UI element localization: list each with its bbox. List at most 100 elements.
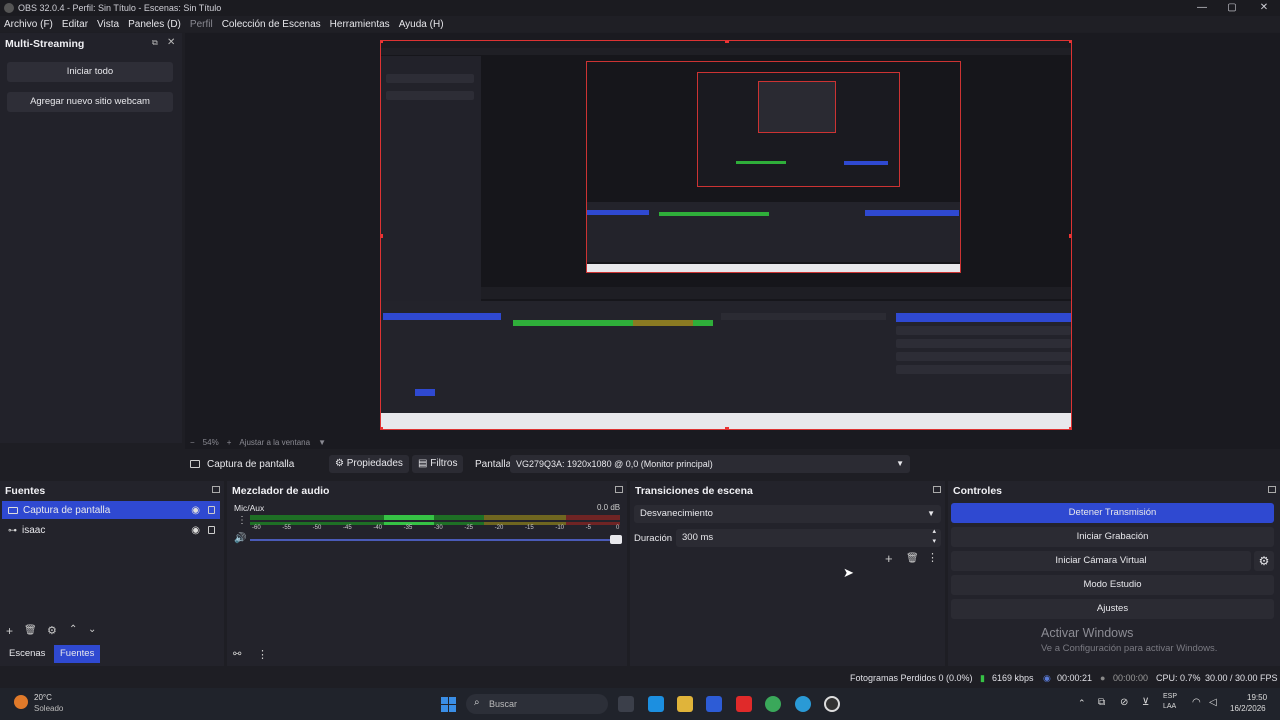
resize-handle[interactable] — [725, 41, 729, 43]
network-tray-icon[interactable]: ⧉ — [1098, 697, 1105, 708]
weather-sun-icon[interactable] — [14, 695, 28, 709]
kebab-menu-icon[interactable]: ⋮ — [927, 551, 938, 564]
kebab-menu-icon[interactable]: ⋮ — [257, 648, 268, 661]
clock-time[interactable]: 19:50 — [1247, 693, 1267, 702]
youtube-icon[interactable] — [736, 696, 752, 712]
trash-icon[interactable]: 🗑 — [906, 553, 919, 564]
windows-start-icon[interactable] — [441, 697, 456, 712]
start-virtual-cam-button[interactable]: Iniciar Cámara Virtual — [951, 551, 1251, 571]
stream-time: 00:00:21 — [1057, 673, 1093, 683]
meter-tick-label: -60 — [252, 525, 261, 531]
resize-handle[interactable] — [381, 41, 383, 43]
float-icon[interactable] — [933, 486, 941, 493]
language-code-2[interactable]: LAA — [1163, 703, 1176, 710]
lock-icon[interactable] — [208, 506, 215, 514]
menu-editar[interactable]: Editar — [62, 19, 88, 30]
close-dock-icon[interactable]: ✕ — [167, 37, 175, 48]
resize-handle[interactable] — [381, 427, 383, 429]
properties-button[interactable]: ⚙ Propiedades — [329, 455, 409, 473]
volume-icon[interactable]: ◁ — [1209, 697, 1217, 708]
start-recording-button[interactable]: Iniciar Grabación — [951, 527, 1274, 547]
menu-perfil[interactable]: Perfil — [190, 19, 213, 30]
display-select[interactable]: VG279Q3A: 1920x1080 @ 0,0 (Monitor princ… — [510, 455, 910, 473]
chrome-icon[interactable] — [765, 696, 781, 712]
resize-handle[interactable] — [1069, 427, 1071, 429]
resize-handle[interactable] — [1069, 234, 1071, 238]
task-view-icon[interactable] — [618, 696, 634, 712]
preview-canvas[interactable] — [380, 40, 1072, 430]
bitrate: 6169 kbps — [992, 673, 1034, 683]
store-icon[interactable] — [706, 696, 722, 712]
link-icon[interactable]: ⚯ — [233, 649, 241, 660]
start-tile — [441, 697, 448, 704]
telegram-icon[interactable] — [795, 696, 811, 712]
tray-icon[interactable]: ⊘ — [1120, 697, 1128, 708]
lock-icon[interactable] — [208, 526, 215, 534]
float-icon[interactable] — [615, 486, 623, 493]
audio-mixer-panel: Mezclador de audio — [227, 481, 627, 666]
minimize-icon[interactable]: — — [1186, 0, 1218, 16]
add-icon[interactable]: + — [885, 551, 893, 566]
source-item-captura[interactable]: Captura de pantalla ◉ — [2, 501, 220, 519]
fit-to-window-label[interactable]: Ajustar a la ventana — [239, 438, 310, 447]
menu-coleccion-escenas[interactable]: Colección de Escenas — [222, 19, 321, 30]
float-icon[interactable] — [212, 486, 220, 493]
studio-mode-button[interactable]: Modo Estudio — [951, 575, 1274, 595]
window-title: OBS 32.0.4 - Perfil: Sin Título - Escena… — [18, 3, 222, 13]
float-icon[interactable]: ⧉ — [152, 38, 158, 48]
virtual-cam-gear-icon[interactable]: ⚙ — [1254, 551, 1274, 571]
start-tile — [449, 705, 456, 712]
float-icon[interactable] — [1268, 486, 1276, 493]
close-icon[interactable]: ✕ — [1248, 0, 1280, 16]
eye-icon[interactable]: ◉ — [191, 505, 200, 516]
speaker-icon[interactable]: 🔊 — [234, 533, 246, 544]
record-time: 00:00:00 — [1113, 673, 1149, 683]
weather-temp[interactable]: 20°C — [34, 693, 52, 702]
obs-taskbar-icon[interactable] — [824, 696, 840, 712]
source-item-isaac[interactable]: ⊶ isaac ◉ — [2, 521, 220, 539]
settings-button[interactable]: Ajustes — [951, 599, 1274, 619]
clock-date[interactable]: 16/2/2026 — [1230, 704, 1266, 713]
resize-handle[interactable] — [725, 427, 729, 429]
trash-icon[interactable]: 🗑 — [24, 625, 37, 636]
gear-icon: ⚙ — [335, 458, 344, 469]
resize-handle[interactable] — [1069, 41, 1071, 43]
zoom-in-icon[interactable]: + — [227, 438, 232, 447]
volume-slider-handle[interactable] — [610, 535, 622, 544]
resize-handle[interactable] — [381, 234, 383, 238]
taskbar-search[interactable]: ⌕ Buscar — [466, 694, 608, 714]
chevron-up-icon[interactable]: ⌃ — [1078, 698, 1086, 709]
menu-paneles[interactable]: Paneles (D) — [128, 19, 181, 30]
kebab-menu-icon[interactable]: ⋮ — [237, 515, 247, 526]
language-code-1[interactable]: ESP — [1163, 693, 1177, 700]
menu-ayuda[interactable]: Ayuda (H) — [399, 19, 444, 30]
arrow-up-icon[interactable]: ⌃ — [69, 624, 77, 635]
gear-icon[interactable]: ⚙ — [47, 624, 57, 637]
zoom-out-icon[interactable]: − — [190, 438, 195, 447]
nested-transition-select — [721, 313, 886, 320]
start-all-button[interactable]: Iniciar todo — [7, 62, 173, 82]
menu-bar: Archivo (F) Editar Vista Paneles (D) Per… — [0, 16, 1280, 32]
tab-fuentes[interactable]: Fuentes — [54, 645, 101, 663]
mic-tray-icon[interactable]: ⊻ — [1142, 697, 1149, 708]
menu-herramientas[interactable]: Herramientas — [330, 19, 390, 30]
filters-button[interactable]: ▤ Filtros — [412, 455, 464, 473]
stop-stream-button[interactable]: Detener Transmisión — [951, 503, 1274, 523]
transition-select[interactable]: Desvanecimiento ▼ — [634, 505, 941, 523]
menu-vista[interactable]: Vista — [97, 19, 119, 30]
wifi-icon[interactable]: ◠ — [1192, 697, 1201, 708]
volume-slider-track[interactable] — [250, 539, 620, 541]
duration-field[interactable]: 300 ms ▴ ▾ — [676, 527, 941, 547]
arrow-down-icon[interactable]: ⌄ — [88, 624, 96, 635]
tab-escenas[interactable]: Escenas — [3, 645, 51, 663]
display-label: Pantalla — [475, 459, 512, 470]
add-webcam-site-button[interactable]: Agregar nuevo sitio webcam — [7, 92, 173, 112]
copilot-icon[interactable] — [648, 696, 664, 712]
file-explorer-icon[interactable] — [677, 696, 693, 712]
add-icon[interactable]: + — [6, 624, 13, 638]
maximize-icon[interactable]: ▢ — [1216, 0, 1248, 16]
eye-icon[interactable]: ◉ — [191, 525, 200, 536]
menu-archivo[interactable]: Archivo (F) — [4, 19, 53, 30]
chevron-down-icon[interactable]: ▼ — [318, 438, 326, 447]
spinner-arrows-icon[interactable]: ▴ ▾ — [932, 527, 936, 547]
